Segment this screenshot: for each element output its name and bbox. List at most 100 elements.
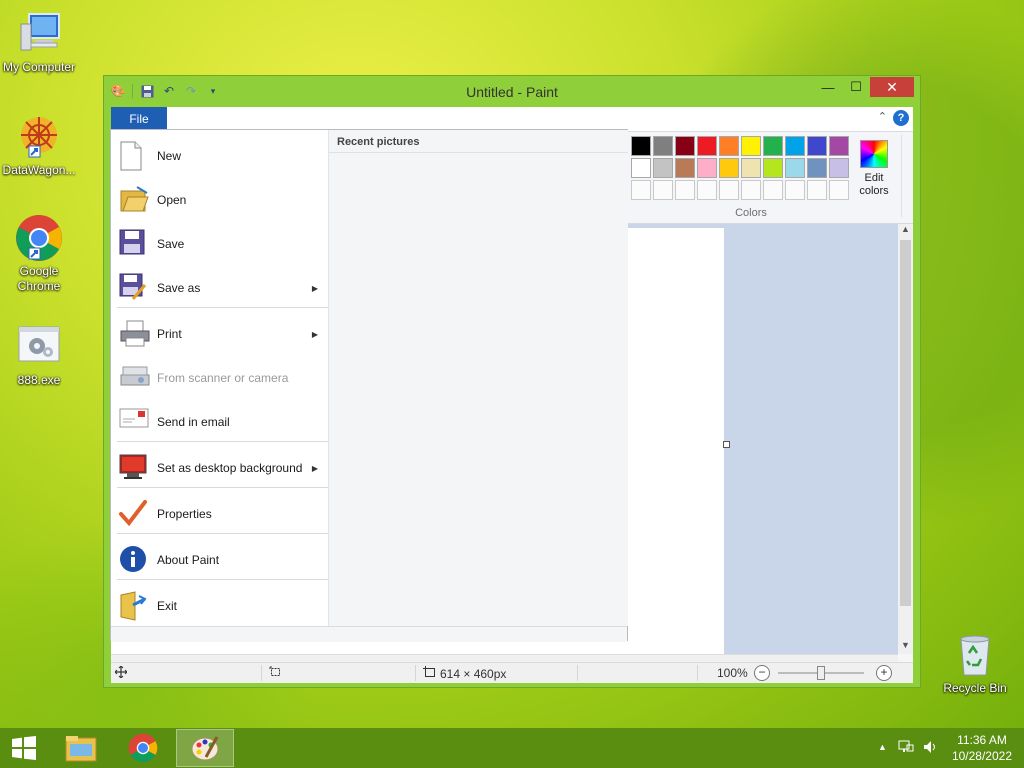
color-swatch[interactable] [785,158,805,178]
edit-colors-label-2: colors [859,185,889,197]
zoom-in-button[interactable]: + [876,665,892,681]
file-menu-item-print[interactable]: Print ▶ [111,316,328,352]
file-menu-item-new[interactable]: New [111,138,328,174]
zoom-out-button[interactable]: − [754,665,770,681]
color-swatch[interactable] [653,136,673,156]
color-swatch[interactable] [785,136,805,156]
file-menu-separator [117,487,328,488]
color-wheel-icon [860,140,888,168]
file-menu-item-open[interactable]: Open [111,182,328,218]
color-swatch[interactable] [697,158,717,178]
info-icon [119,545,149,575]
title-bar[interactable]: 🎨 ↶ ↷ ▾ Untitled - Paint — ☐ ✕ [104,76,920,106]
color-swatch[interactable] [697,136,717,156]
zoom-slider-thumb[interactable] [817,666,825,680]
color-swatch[interactable] [829,158,849,178]
file-menu-item-label: New [157,149,182,163]
color-swatch[interactable] [741,158,761,178]
file-menu-item-set-as-desktop-background[interactable]: Set as desktop background ▶ [111,450,328,486]
computer-icon [15,10,63,58]
custom-color-swatch[interactable] [719,180,739,200]
file-menu-commands: New Open Save Save as ▶ Print ▶ From scanner or… [111,130,328,626]
custom-color-swatch[interactable] [653,180,673,200]
color-swatch[interactable] [829,136,849,156]
color-swatch[interactable] [719,158,739,178]
color-swatch[interactable] [653,158,673,178]
custom-color-swatch[interactable] [631,180,651,200]
custom-color-swatch[interactable] [785,180,805,200]
system-tray: ▲ 11:36 AM 10/28/2022 [864,728,1024,768]
clock[interactable]: 11:36 AM 10/28/2022 [952,732,1012,764]
start-button[interactable] [0,728,48,768]
file-menu-separator [117,579,328,580]
edit-colors-button[interactable]: Edit colors [855,140,893,198]
scrollbar-thumb[interactable] [900,240,911,606]
color-swatch[interactable] [807,136,827,156]
custom-color-swatch[interactable] [675,180,695,200]
taskbar-file-explorer[interactable] [52,729,110,767]
file-menu-item-properties[interactable]: Properties [111,496,328,532]
window-title: Untitled - Paint [466,84,558,100]
custom-color-swatch[interactable] [741,180,761,200]
taskbar-paint[interactable] [176,729,234,767]
minimize-button[interactable]: — [814,77,842,97]
file-menu-item-exit[interactable]: Exit [111,588,328,624]
vertical-scrollbar[interactable]: ▲ ▼ [898,224,913,654]
submenu-arrow-icon: ▶ [311,329,318,339]
volume-icon[interactable] [922,739,938,758]
taskbar-chrome[interactable] [114,729,172,767]
color-swatch[interactable] [675,136,695,156]
palette-row [631,158,855,178]
color-swatch[interactable] [741,136,761,156]
color-swatch[interactable] [675,158,695,178]
custom-color-swatch[interactable] [763,180,783,200]
file-menu-item-from-scanner-or-camera[interactable]: From scanner or camera [111,360,328,396]
close-button[interactable]: ✕ [870,77,914,97]
palette-row [631,136,855,156]
image-size-icon [423,666,436,681]
file-menu-item-about-paint[interactable]: About Paint [111,542,328,578]
file-menu-footer [111,626,627,642]
desktop-icon-my-computer[interactable]: My Computer [0,10,81,75]
color-swatch[interactable] [631,136,651,156]
desktop-icon-888-exe[interactable]: 888.exe [0,323,81,388]
file-menu-item-save[interactable]: Save [111,226,328,262]
show-hidden-icons-icon[interactable]: ▲ [878,742,887,752]
desktop-icon-google-chrome[interactable]: Google Chrome [0,214,81,294]
image-size-text: 614 × 460px [440,666,507,681]
file-menu-item-label: Set as desktop background [157,461,303,475]
scroll-down-icon[interactable]: ▼ [898,640,913,654]
network-icon[interactable] [898,739,914,758]
maximize-button[interactable]: ☐ [842,77,870,97]
collapse-ribbon-icon[interactable]: ⌃ [878,110,887,123]
save-as-icon [119,273,149,303]
custom-color-swatch[interactable] [807,180,827,200]
color-swatch[interactable] [719,136,739,156]
scanner-icon [119,363,150,393]
status-divider [261,665,262,681]
status-divider [577,665,578,681]
color-swatch[interactable] [763,136,783,156]
file-menu-item-send-in-email[interactable]: Send in email [111,404,328,440]
scroll-up-icon[interactable]: ▲ [898,224,913,238]
windows-logo-icon [12,736,36,760]
new-file-icon [119,141,149,171]
file-menu-separator [117,307,328,308]
custom-color-swatch[interactable] [697,180,717,200]
desktop-icon-label: Google Chrome [17,264,61,293]
desktop-icon-recycle-bin[interactable]: Recycle Bin [933,631,1017,696]
canvas-resize-handle[interactable] [723,441,730,448]
file-explorer-icon [65,736,97,762]
color-swatch[interactable] [631,158,651,178]
custom-color-swatch[interactable] [829,180,849,200]
edit-colors-label: Edit [864,172,884,184]
recycle-bin-icon [951,631,999,679]
recent-pictures-title: Recent pictures [337,136,420,148]
email-icon [119,407,149,437]
file-tab[interactable]: File [111,107,167,131]
file-menu-item-save-as[interactable]: Save as ▶ [111,270,328,306]
help-button[interactable]: ? [893,110,909,126]
color-swatch[interactable] [807,158,827,178]
desktop-icon-datawagon[interactable]: DataWagon... [0,113,81,178]
color-swatch[interactable] [763,158,783,178]
